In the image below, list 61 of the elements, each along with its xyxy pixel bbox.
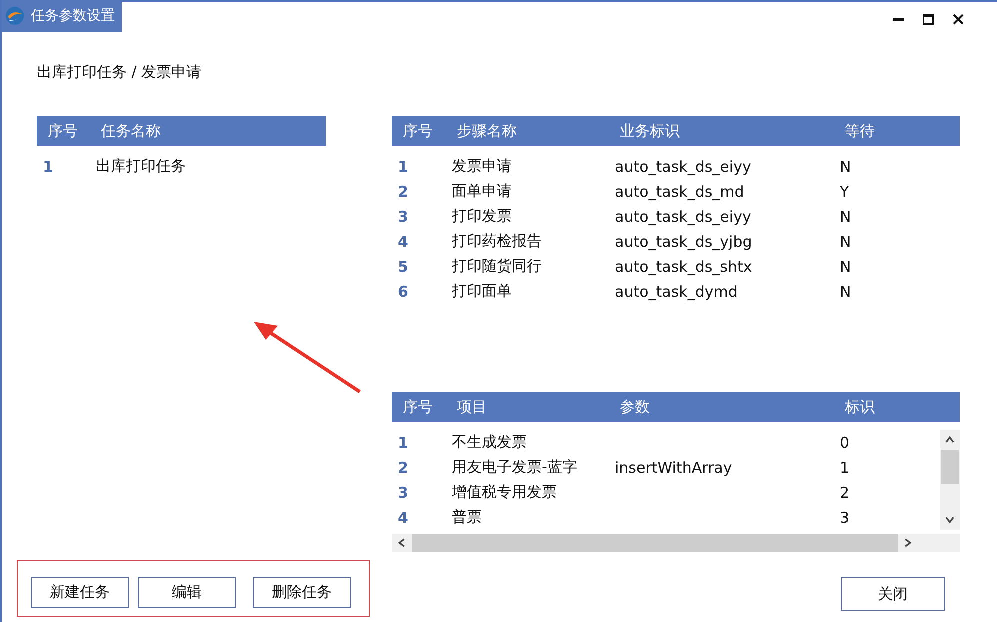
column-header: 步骤名称 (457, 122, 517, 140)
app-logo-icon (5, 6, 25, 26)
table-cell: N (840, 258, 852, 276)
row-number: 1 (398, 158, 408, 176)
row-number: 5 (398, 258, 408, 276)
table-cell: 发票申请 (452, 157, 512, 176)
row-number: 4 (398, 232, 408, 250)
table-cell: 1 (840, 458, 850, 476)
scrollbar-thumb[interactable] (941, 450, 959, 484)
table-cell: auto_task_ds_md (615, 182, 744, 200)
table-cell: auto_task_ds_shtx (615, 258, 752, 276)
close-button[interactable]: 关闭 (841, 577, 945, 611)
column-header: 等待 (845, 122, 875, 140)
table-cell: 打印药检报告 (452, 232, 542, 251)
table-cell: N (840, 208, 852, 226)
table-cell: 0 (840, 434, 850, 452)
table-cell: 打印随货同行 (452, 257, 542, 276)
table-cell: 打印面单 (452, 282, 512, 301)
table-cell: N (840, 232, 852, 250)
row-number: 2 (398, 458, 408, 476)
column-header: 序号 (403, 398, 433, 416)
table-cell: auto_task_ds_eiyy (615, 208, 752, 226)
close-icon[interactable] (953, 14, 964, 24)
action-button[interactable]: 编辑 (138, 577, 236, 608)
table-cell: N (840, 158, 852, 176)
table-cell: insertWithArray (615, 458, 732, 476)
breadcrumb: 出库打印任务 / 发票申请 (37, 64, 203, 80)
column-header: 序号 (403, 122, 433, 140)
table-cell: 3 (840, 508, 850, 526)
row-number: 1 (398, 434, 408, 452)
column-header: 序号 (48, 122, 78, 140)
action-button[interactable]: 新建任务 (31, 577, 129, 608)
row-number: 1 (43, 158, 54, 176)
table-cell: 面单申请 (452, 182, 512, 201)
table-cell: auto_task_ds_yjbg (615, 232, 752, 250)
table-cell: 出库打印任务 (96, 157, 186, 176)
column-header: 业务标识 (620, 122, 680, 140)
row-number: 6 (398, 282, 408, 300)
maximize-icon[interactable] (923, 14, 934, 24)
table-cell: auto_task_ds_eiyy (615, 158, 752, 176)
minimize-icon[interactable] (893, 18, 904, 20)
row-number: 3 (398, 484, 408, 502)
table-cell: auto_task_dymd (615, 282, 738, 300)
table-cell: 增值税专用发票 (452, 483, 557, 502)
column-header: 参数 (620, 398, 650, 416)
vertical-scrollbar[interactable] (940, 430, 960, 530)
column-header: 任务名称 (101, 122, 161, 140)
action-button[interactable]: 删除任务 (253, 577, 351, 608)
table-cell: N (840, 282, 852, 300)
row-number: 2 (398, 182, 408, 200)
column-header: 标识 (845, 398, 875, 416)
window-title: 任务参数设置 (31, 7, 115, 25)
row-number: 4 (398, 508, 408, 526)
table-cell: 2 (840, 484, 850, 502)
table-cell: Y (840, 182, 850, 200)
table-cell: 普票 (452, 508, 482, 527)
column-header: 项目 (457, 398, 487, 416)
row-number: 3 (398, 208, 408, 226)
table-cell: 打印发票 (452, 207, 512, 226)
table-cell: 用友电子发票-蓝字 (452, 458, 578, 477)
table-cell: 不生成发票 (452, 433, 527, 452)
